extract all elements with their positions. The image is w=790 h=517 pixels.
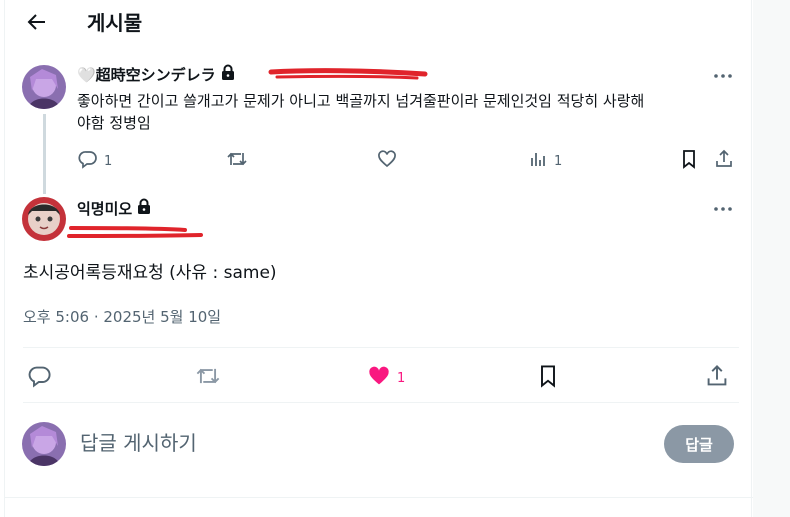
bookmark-icon [536, 364, 560, 392]
parent-author-row: 🤍超時空シンデレラ [77, 64, 236, 85]
heart-filled-icon [367, 364, 391, 392]
main-author-row: 익명미오 [77, 198, 152, 219]
main-author-name[interactable]: 익명미오 [77, 198, 132, 219]
repost-action[interactable] [195, 364, 221, 392]
avatar[interactable] [22, 65, 66, 109]
back-arrow-icon[interactable] [23, 9, 51, 35]
repost-icon [195, 364, 221, 392]
parent-tweet-text: 좋아하면 간이고 쓸개고가 문제가 아니고 백골까지 넘겨줄판이라 문제인것임 … [77, 90, 644, 134]
redaction-mark [268, 68, 428, 80]
share-icon [714, 149, 734, 173]
lock-icon [220, 64, 236, 85]
more-options-icon[interactable] [712, 66, 734, 86]
more-options-icon[interactable] [712, 199, 734, 219]
redaction-mark [67, 226, 203, 238]
post-timestamp[interactable]: 오후 5:06 · 2025년 5월 10일 [23, 306, 221, 327]
bookmark-action[interactable] [679, 149, 699, 173]
divider [23, 347, 739, 348]
views-action[interactable]: 1 [528, 149, 562, 173]
page-title: 게시물 [87, 11, 143, 35]
share-action[interactable] [705, 364, 729, 392]
views-chart-icon [528, 149, 548, 173]
thread-line [43, 114, 46, 194]
parent-author-name[interactable]: 🤍超時空シンデレラ [77, 64, 216, 85]
parent-text-line: 좋아하면 간이고 쓸개고가 문제가 아니고 백골까지 넘겨줄판이라 문제인것임 … [77, 92, 645, 110]
view-count: 1 [554, 153, 563, 169]
share-icon [705, 364, 729, 392]
share-action[interactable] [714, 149, 734, 173]
like-action[interactable] [377, 149, 397, 173]
page-header: 게시물 [5, 0, 753, 44]
parent-text-line: 야함 정병임 [77, 114, 151, 132]
repost-action[interactable] [226, 149, 248, 173]
avatar[interactable] [22, 422, 66, 466]
heart-icon [377, 149, 397, 173]
repost-icon [226, 149, 248, 173]
reply-icon [78, 149, 98, 173]
divider [5, 497, 753, 498]
lock-icon [136, 198, 152, 219]
avatar[interactable] [22, 197, 66, 241]
reply-action[interactable]: 1 [78, 149, 112, 173]
divider [23, 402, 739, 403]
reply-input[interactable]: 답글 게시하기 [80, 427, 197, 456]
bookmark-action[interactable] [536, 364, 560, 392]
main-tweet-text: 초시공어록등재요청 (사유 : same) [23, 263, 277, 283]
post-column: 게시물 🤍超時空シンデレラ 좋아하면 간이고 쓸개고가 문제가 아니고 백골까지… [4, 0, 753, 517]
like-count: 1 [397, 370, 406, 386]
reply-icon [28, 364, 52, 392]
reply-count: 1 [104, 153, 113, 169]
reply-action[interactable] [28, 364, 52, 392]
bookmark-icon [679, 149, 699, 173]
reply-submit-button[interactable]: 답글 [664, 425, 734, 463]
like-action-active[interactable]: 1 [367, 364, 405, 392]
right-gutter [753, 0, 790, 517]
